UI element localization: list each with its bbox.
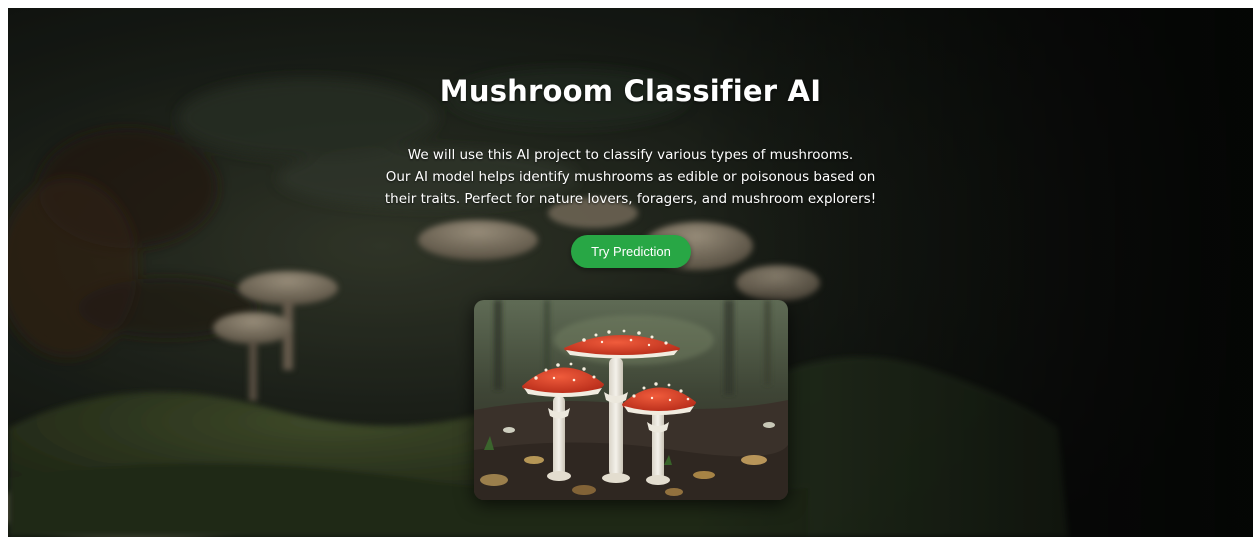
hero-description-line: their traits. Perfect for nature lovers,… — [384, 191, 877, 207]
hero-section: Mushroom Classifier AI We will use this … — [8, 8, 1253, 537]
try-prediction-button[interactable]: Try Prediction — [571, 235, 691, 268]
hero-content: Mushroom Classifier AI We will use this … — [8, 8, 1253, 537]
hero-description-line: We will use this AI project to classify … — [407, 147, 854, 163]
hero-description: We will use this AI project to classify … — [308, 144, 953, 210]
page: Mushroom Classifier AI We will use this … — [0, 0, 1253, 537]
page-title: Mushroom Classifier AI — [439, 74, 822, 108]
hero-description-line: Our AI model helps identify mushrooms as… — [385, 169, 876, 185]
mushroom-photo — [474, 300, 788, 500]
